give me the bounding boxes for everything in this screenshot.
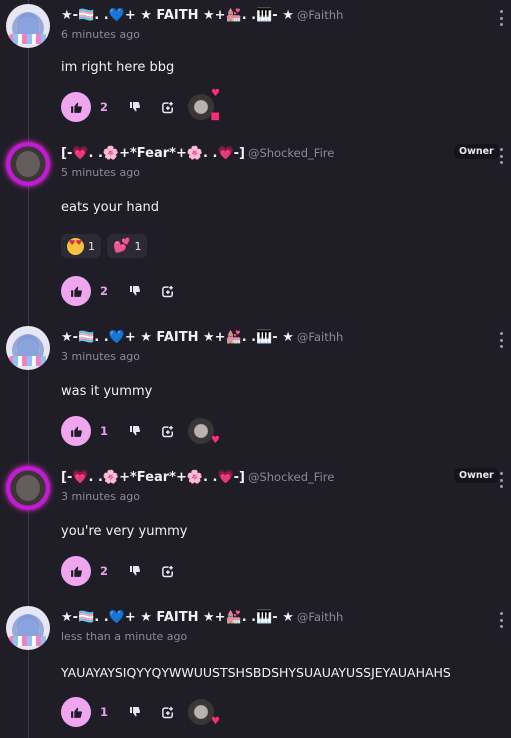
author-name: [-💗. .🌸+*Fear*+🌸. .💗-]	[61, 146, 245, 161]
comment-time: less than a minute ago	[61, 630, 188, 643]
like-count: 1	[100, 424, 109, 438]
like-count: 2	[100, 100, 109, 114]
thumbs-down-icon	[130, 102, 141, 112]
avatar[interactable]	[6, 4, 50, 48]
like-button[interactable]	[61, 416, 91, 446]
liked-by-avatar[interactable]: ♥	[188, 699, 220, 727]
thumbs-down-icon	[130, 707, 141, 717]
owner-badge: Owner	[454, 144, 499, 159]
avatar[interactable]	[6, 142, 50, 186]
dislike-button[interactable]	[123, 419, 147, 443]
reply-add-icon	[161, 101, 173, 113]
like-count: 2	[100, 284, 109, 298]
reply-add-icon	[161, 285, 173, 297]
more-options-icon[interactable]	[496, 148, 506, 164]
comment-time: 3 minutes ago	[61, 350, 140, 363]
more-options-icon[interactable]	[496, 10, 506, 26]
heart-icon: ♥	[211, 435, 220, 446]
like-count: 1	[100, 705, 109, 719]
author-handle[interactable]: @Faithh	[297, 8, 343, 22]
dislike-button[interactable]	[123, 700, 147, 724]
comment-time: 5 minutes ago	[61, 166, 140, 179]
reply-add-icon	[161, 565, 173, 577]
reaction-count: 1	[88, 239, 95, 253]
thumbs-up-icon	[70, 426, 82, 437]
more-options-icon[interactable]	[496, 612, 506, 628]
avatar[interactable]	[6, 606, 50, 650]
comment-author[interactable]: ★-🏳️‍⚧️. .💙+ ★ FAITH ★+💒. .🎹- ★ @Faithh	[61, 330, 343, 345]
thumbs-up-icon	[70, 102, 82, 113]
dislike-button[interactable]	[123, 559, 147, 583]
comment-author[interactable]: ★-🏳️‍⚧️. .💙+ ★ FAITH ★+💒. .🎹- ★ @Faithh	[61, 8, 343, 23]
comment-author[interactable]: [-💗. .🌸+*Fear*+🌸. .💗-] @Shocked_Fire	[61, 146, 334, 161]
thumbs-up-icon	[70, 286, 82, 297]
author-handle[interactable]: @Shocked_Fire	[248, 146, 334, 160]
reply-add-icon	[161, 425, 173, 437]
thumbs-up-icon	[70, 707, 82, 718]
heart-icon: ♥	[211, 88, 220, 99]
comment-text: YAUAYAYSIQYYQYWWUUSTSHSBDSHYSUAUAYUSSJEY…	[61, 665, 451, 680]
author-name: ★-🏳️‍⚧️. .💙+ ★ FAITH ★+💒. .🎹- ★	[61, 610, 294, 625]
thumbs-down-icon	[130, 286, 141, 296]
heart-eyes-emoji-icon	[67, 237, 84, 255]
reply-button[interactable]	[156, 279, 180, 303]
heart-icon: ■	[210, 111, 220, 122]
dislike-button[interactable]	[123, 95, 147, 119]
like-button[interactable]	[61, 697, 91, 727]
reply-button[interactable]	[156, 700, 180, 724]
reply-add-icon	[161, 706, 173, 718]
reaction-two-hearts[interactable]: 💕 1	[107, 234, 148, 258]
reply-button[interactable]	[156, 419, 180, 443]
more-options-icon[interactable]	[496, 332, 506, 348]
comment-actions: 1 ♥	[61, 696, 220, 728]
like-button[interactable]	[61, 92, 91, 122]
avatar[interactable]	[6, 326, 50, 370]
author-handle[interactable]: @Faithh	[297, 330, 343, 344]
liked-by-avatar[interactable]: ♥	[188, 418, 220, 446]
liked-by-avatar[interactable]: ♥ ■	[188, 89, 220, 122]
thumbs-down-icon	[130, 566, 141, 576]
two-hearts-emoji-icon: 💕	[113, 238, 131, 254]
comment-actions: 2	[61, 555, 180, 587]
like-button[interactable]	[61, 276, 91, 306]
heart-icon: ♥	[211, 716, 220, 727]
more-options-icon[interactable]	[496, 472, 506, 488]
reactions: 1 💕 1	[61, 234, 148, 258]
comment-text: eats your hand	[61, 200, 160, 215]
author-handle[interactable]: @Shocked_Fire	[248, 470, 334, 484]
reaction-heart-eyes[interactable]: 1	[61, 234, 101, 258]
comment-author[interactable]: ★-🏳️‍⚧️. .💙+ ★ FAITH ★+💒. .🎹- ★ @Faithh	[61, 610, 343, 625]
thumbs-down-icon	[130, 426, 141, 436]
author-name: [-💗. .🌸+*Fear*+🌸. .💗-]	[61, 470, 245, 485]
reaction-count: 1	[134, 239, 142, 253]
reply-button[interactable]	[156, 95, 180, 119]
like-button[interactable]	[61, 556, 91, 586]
dislike-button[interactable]	[123, 279, 147, 303]
comment-text: was it yummy	[61, 384, 153, 399]
comment-actions: 1 ♥	[61, 415, 220, 447]
comment-text: im right here bbg	[61, 60, 175, 75]
reply-button[interactable]	[156, 559, 180, 583]
author-handle[interactable]: @Faithh	[297, 610, 343, 624]
comment-time: 3 minutes ago	[61, 490, 140, 503]
comment-time: 6 minutes ago	[61, 28, 140, 41]
comment-actions: 2	[61, 275, 180, 307]
comment-actions: 2 ♥ ■	[61, 89, 220, 123]
avatar[interactable]	[6, 466, 50, 510]
comment-author[interactable]: [-💗. .🌸+*Fear*+🌸. .💗-] @Shocked_Fire	[61, 470, 334, 485]
comment-text: you're very yummy	[61, 524, 188, 539]
author-name: ★-🏳️‍⚧️. .💙+ ★ FAITH ★+💒. .🎹- ★	[61, 330, 294, 345]
thumbs-up-icon	[70, 566, 82, 577]
author-name: ★-🏳️‍⚧️. .💙+ ★ FAITH ★+💒. .🎹- ★	[61, 8, 294, 23]
like-count: 2	[100, 564, 109, 578]
owner-badge: Owner	[454, 468, 499, 483]
